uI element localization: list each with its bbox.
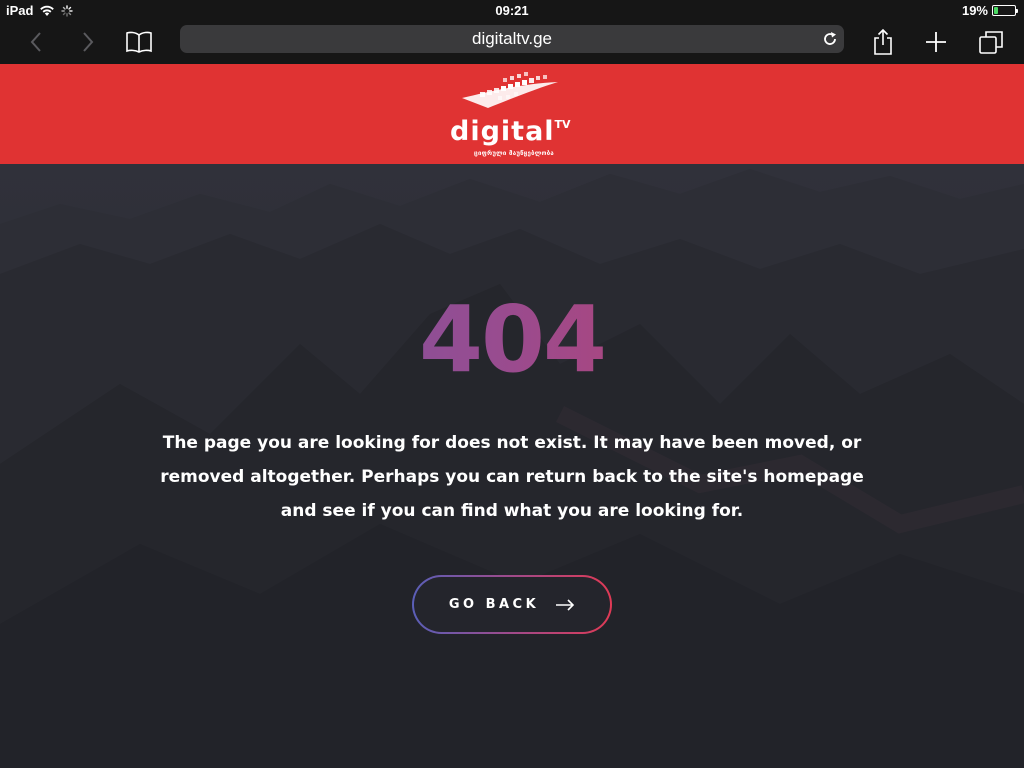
battery-fill <box>994 7 998 14</box>
activity-spinner-icon <box>61 4 74 17</box>
go-back-label: GO BACK <box>448 597 540 612</box>
tabs-button[interactable] <box>973 26 1009 58</box>
battery-icon <box>992 5 1018 16</box>
error-page: 404 The page you are looking for does no… <box>0 164 1024 768</box>
go-back-button-inner: GO BACK <box>414 577 610 632</box>
status-left: iPad <box>6 3 74 18</box>
site-header: digitalTV ციფრული მაუწყებლობა <box>0 64 1024 164</box>
chevron-right-icon <box>83 32 94 52</box>
share-button[interactable] <box>865 26 901 58</box>
browser-toolbar: digitaltv.ge <box>0 20 1024 64</box>
battery-nub <box>1016 9 1018 13</box>
tabs-icon <box>979 31 1003 54</box>
status-bar: iPad 09:21 19% <box>0 0 1024 20</box>
error-code: 404 <box>0 290 1024 390</box>
go-back-button[interactable]: GO BACK <box>412 575 612 634</box>
error-message: The page you are looking for does not ex… <box>160 433 864 521</box>
forward-button[interactable] <box>70 26 106 58</box>
new-tab-button[interactable] <box>918 26 954 58</box>
bookmarks-button[interactable] <box>121 26 157 58</box>
wifi-icon <box>40 5 55 16</box>
chevron-left-icon <box>30 32 41 52</box>
site-logo[interactable]: digitalTV ციფრული მაუწყებლობა <box>448 70 578 160</box>
share-icon <box>874 28 892 55</box>
status-time: 09:21 <box>495 3 529 18</box>
battery-percent: 19% <box>961 3 988 18</box>
plus-icon <box>926 32 946 52</box>
logo-tagline: ციფრული მაუწყებლობა <box>473 150 555 157</box>
logo-text: digital <box>450 116 555 147</box>
address-bar[interactable]: digitaltv.ge <box>180 25 844 53</box>
status-right: 19% <box>961 3 1018 18</box>
logo-wordmark: digitalTV <box>450 116 571 147</box>
device-label: iPad <box>6 3 34 18</box>
reload-icon[interactable] <box>822 31 838 47</box>
logo-superscript: TV <box>554 118 571 131</box>
back-button[interactable] <box>18 26 54 58</box>
arrow-right-icon <box>556 598 575 611</box>
book-icon <box>126 31 152 53</box>
url-text: digitaltv.ge <box>471 29 552 48</box>
logo-pixel-wave-icon <box>462 72 558 108</box>
